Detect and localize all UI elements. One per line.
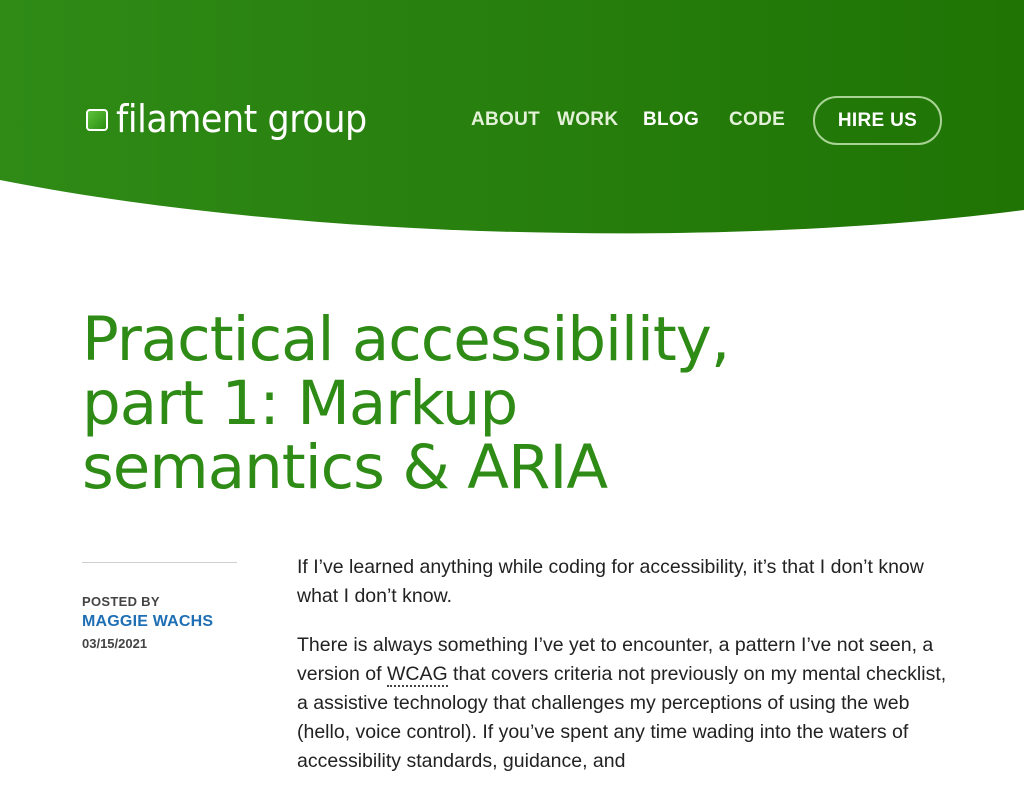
nav-code[interactable]: CODE	[729, 96, 785, 144]
filament-square-icon	[86, 109, 108, 131]
hire-us-button[interactable]: HIRE US	[813, 96, 942, 145]
nav-about[interactable]: ABOUT	[471, 96, 540, 144]
nav-work[interactable]: WORK	[557, 96, 618, 144]
post-meta: POSTED BY MAGGIE WACHS 03/15/2021	[82, 562, 237, 655]
post-date: 03/15/2021	[82, 636, 148, 651]
logo-text: filament group	[116, 97, 367, 141]
paragraph-2: There is always something I’ve yet to en…	[297, 631, 947, 776]
paragraph-1: If I’ve learned anything while coding fo…	[297, 556, 924, 607]
wcag-abbreviation[interactable]: WCAG	[386, 663, 448, 687]
article-title: Practical accessibility, part 1: Markup …	[82, 304, 730, 503]
site-header: filament group ABOUT WORK BLOG CODE HIRE…	[0, 0, 1024, 240]
posted-by-label: POSTED BY	[82, 594, 160, 609]
logo-link[interactable]: filament group	[86, 96, 389, 142]
nav-blog[interactable]: BLOG	[643, 96, 699, 144]
author-link[interactable]: MAGGIE WACHS	[82, 611, 237, 633]
article-body: If I’ve learned anything while coding fo…	[297, 553, 947, 796]
